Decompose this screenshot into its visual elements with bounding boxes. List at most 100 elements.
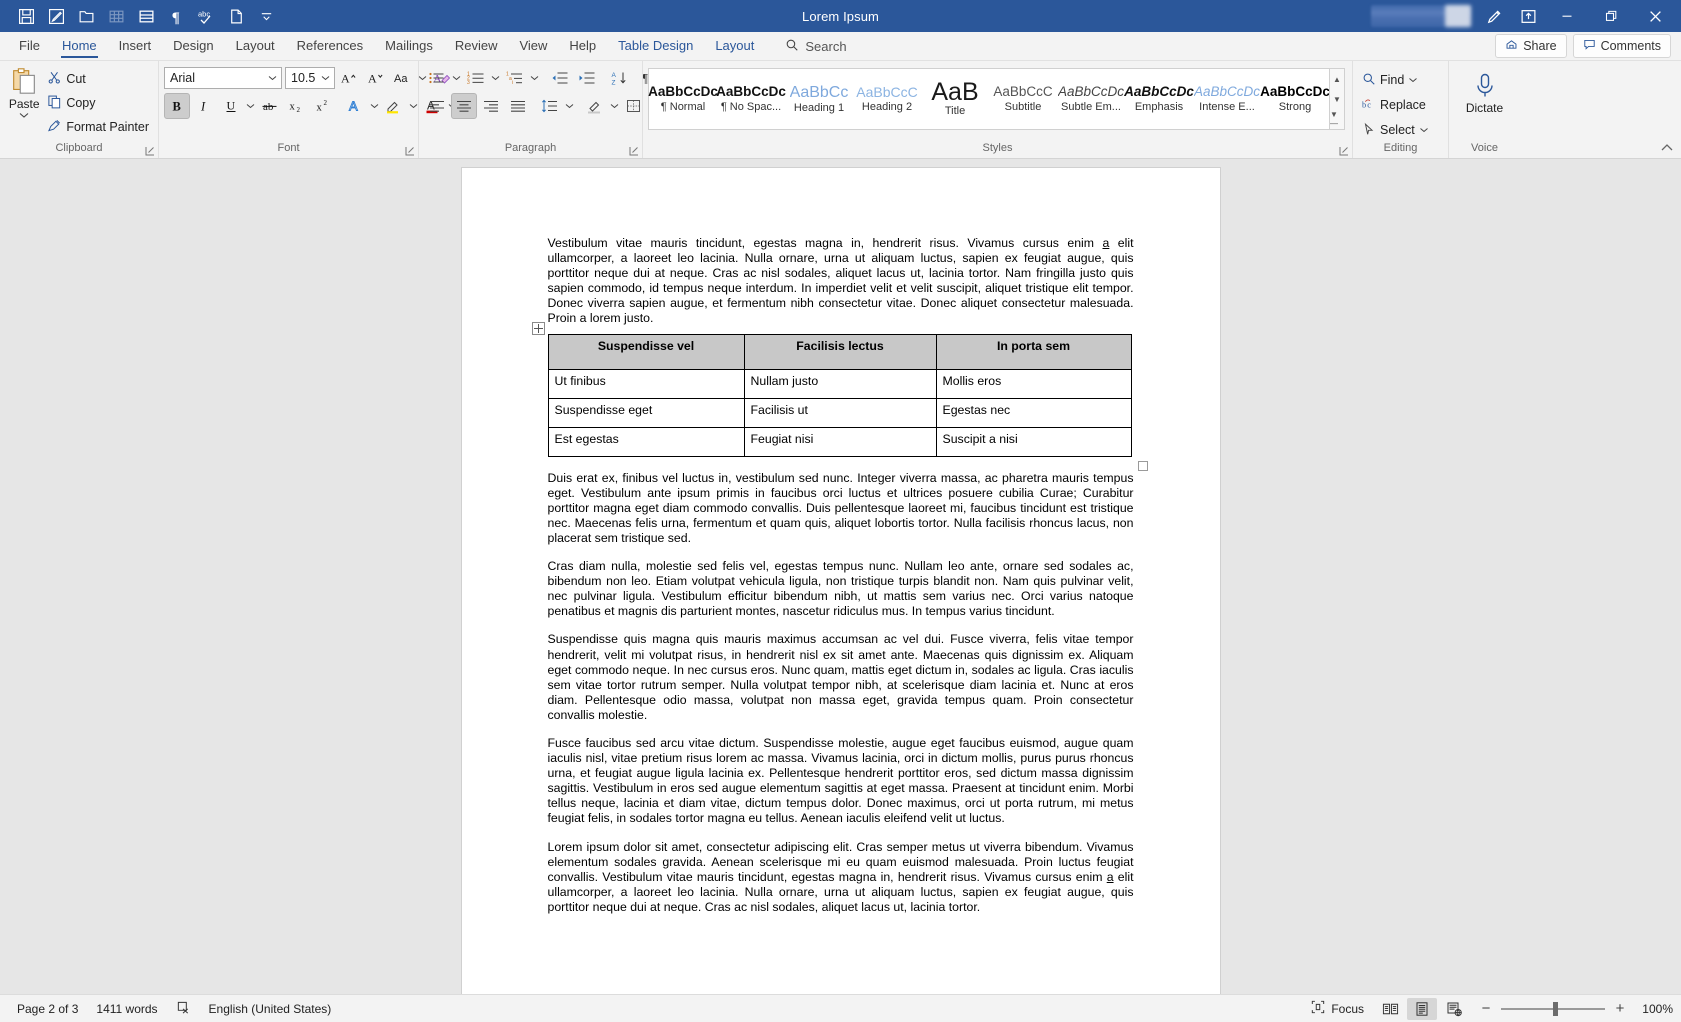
style-heading-1[interactable]: AaBbCc Heading 1 [785, 69, 853, 129]
shading-button[interactable] [582, 93, 608, 119]
font-name-input[interactable]: Arial [164, 67, 282, 89]
bullets-dropdown-icon[interactable] [450, 65, 462, 91]
table-move-handle[interactable] [531, 321, 545, 335]
increase-indent-button[interactable] [574, 65, 600, 91]
multilevel-list-dropdown-icon[interactable] [528, 65, 540, 91]
open-folder-icon[interactable] [72, 3, 100, 29]
close-button[interactable] [1633, 0, 1677, 32]
zoom-in-button[interactable]: + [1613, 1001, 1627, 1016]
style-no-spacing[interactable]: AaBbCcDc ¶ No Spac... [716, 69, 786, 129]
subscript-button[interactable]: x2 [284, 93, 310, 119]
comments-button[interactable]: Comments [1572, 34, 1671, 58]
style-heading-2[interactable]: AaBbCcC Heading 2 [853, 69, 921, 129]
proofing-status[interactable] [167, 998, 200, 1020]
minimize-button[interactable] [1545, 0, 1589, 32]
numbering-button[interactable]: 1 2 3 [463, 65, 489, 91]
new-document-icon[interactable] [222, 3, 250, 29]
align-center-button[interactable] [451, 93, 477, 119]
text-effects-dropdown-icon[interactable] [368, 93, 380, 119]
document-page[interactable]: Vestibulum vitae mauris tincidunt, egest… [461, 168, 1220, 994]
format-painter-button[interactable]: Format Painter [43, 116, 153, 138]
tab-layout[interactable]: Layout [225, 33, 286, 59]
styles-scroll-down-button[interactable]: ▼ [1330, 89, 1344, 109]
tab-references[interactable]: References [286, 33, 374, 59]
copy-button[interactable]: Copy [43, 92, 153, 114]
save-icon[interactable] [12, 3, 40, 29]
cut-button[interactable]: Cut [43, 68, 153, 90]
paragraph[interactable]: Lorem ipsum dolor sit amet, consectetur … [548, 840, 1134, 915]
paragraph-dialog-launcher[interactable] [628, 144, 640, 156]
print-layout-button[interactable] [1407, 997, 1437, 1020]
table-cell[interactable]: Suscipit a nisi [935, 426, 1132, 457]
share-button[interactable]: Share [1495, 34, 1567, 58]
table-header-cell[interactable]: Suspendisse vel [547, 333, 745, 370]
tab-mailings[interactable]: Mailings [374, 33, 444, 59]
superscript-button[interactable]: x2 [311, 93, 337, 119]
select-button[interactable]: Select [1358, 119, 1433, 141]
align-right-button[interactable] [478, 93, 504, 119]
word-count[interactable]: 1411 words [87, 998, 166, 1020]
chevron-down-icon[interactable] [1419, 127, 1429, 133]
zoom-track[interactable] [1501, 1001, 1605, 1016]
grow-font-button[interactable]: A [336, 65, 362, 91]
underline-dropdown-icon[interactable] [244, 93, 256, 119]
font-size-dropdown-icon[interactable] [318, 75, 332, 81]
styles-scroll-up-button[interactable]: ▲ [1330, 69, 1344, 89]
strikethrough-button[interactable]: ab [257, 93, 283, 119]
zoom-slider[interactable]: − + [1479, 1001, 1627, 1016]
table-cell[interactable]: Suspendisse eget [547, 397, 745, 428]
pilcrow-icon[interactable]: ¶ [162, 3, 190, 29]
table-header-cell[interactable]: In porta sem [935, 333, 1132, 370]
table-cell[interactable]: Feugiat nisi [743, 426, 937, 457]
style-intense-emphasis[interactable]: AaBbCcDc Intense E... [1193, 69, 1261, 129]
table-cell[interactable]: Nullam justo [743, 368, 937, 399]
search-input[interactable]: Search [777, 34, 854, 58]
line-spacing-dropdown-icon[interactable] [563, 93, 575, 119]
chevron-down-icon[interactable] [1408, 77, 1418, 83]
paragraph[interactable]: Cras diam nulla, molestie sed felis vel,… [548, 559, 1134, 619]
line-spacing-button[interactable] [537, 93, 563, 119]
style-title[interactable]: AaB Title [921, 69, 989, 129]
numbering-dropdown-icon[interactable] [489, 65, 501, 91]
chevron-down-icon[interactable] [18, 111, 30, 119]
table-cell[interactable]: Egestas nec [935, 397, 1132, 428]
focus-mode-button[interactable]: Focus [1302, 998, 1373, 1020]
table-cell[interactable]: Est egestas [547, 426, 745, 457]
language-indicator[interactable]: English (United States) [200, 998, 341, 1020]
styles-more-button[interactable]: ▼— [1330, 109, 1344, 129]
style-subtle-emphasis[interactable]: AaBbCcDc Subtle Em... [1057, 69, 1125, 129]
change-case-button[interactable]: Aa [390, 65, 416, 91]
style-strong[interactable]: AaBbCcDc Strong [1260, 69, 1330, 129]
tab-view[interactable]: View [508, 33, 558, 59]
sort-button[interactable]: A Z [607, 65, 633, 91]
bullets-button[interactable] [424, 65, 450, 91]
underline-button[interactable]: U [218, 93, 244, 119]
zoom-level[interactable]: 100% [1637, 1002, 1673, 1016]
dictate-button[interactable]: Dictate [1458, 70, 1512, 115]
table-cell[interactable]: Mollis eros [935, 368, 1132, 399]
track-changes-icon[interactable] [42, 3, 70, 29]
clipboard-dialog-launcher[interactable] [144, 144, 156, 156]
justify-button[interactable] [505, 93, 531, 119]
tab-file[interactable]: File [8, 33, 51, 59]
styles-dialog-launcher[interactable] [1338, 144, 1350, 156]
find-button[interactable]: Find [1358, 69, 1422, 91]
table-cell[interactable]: Ut finibus [547, 368, 745, 399]
paste-button[interactable]: Paste [5, 64, 43, 119]
style-emphasis[interactable]: AaBbCcDc Emphasis [1124, 69, 1194, 129]
drawing-pen-icon[interactable] [1477, 2, 1511, 30]
restore-button[interactable] [1589, 0, 1633, 32]
print-layout-icon[interactable] [132, 3, 160, 29]
page-indicator[interactable]: Page 2 of 3 [8, 998, 87, 1020]
web-layout-button[interactable] [1439, 998, 1469, 1020]
table-resize-handle[interactable] [1137, 460, 1148, 471]
font-size-input[interactable]: 10.5 [285, 67, 335, 89]
zoom-thumb[interactable] [1553, 1001, 1558, 1016]
align-left-button[interactable] [424, 93, 450, 119]
account-info[interactable] [1371, 5, 1471, 27]
tab-home[interactable]: Home [51, 33, 108, 59]
tab-review[interactable]: Review [444, 33, 509, 59]
paragraph[interactable]: Suspendisse quis magna quis mauris maxim… [548, 632, 1134, 723]
decrease-indent-button[interactable] [547, 65, 573, 91]
tab-design[interactable]: Design [162, 33, 224, 59]
